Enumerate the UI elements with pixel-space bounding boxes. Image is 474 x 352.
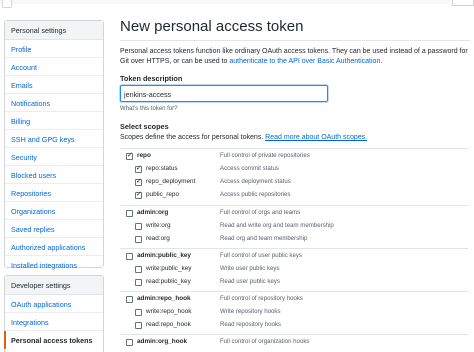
sidebar-item-personal-access-tokens[interactable]: Personal access tokens — [4, 331, 103, 349]
scope-name[interactable]: read:org — [146, 235, 170, 242]
scope-description: Write user public keys — [220, 265, 280, 272]
scope-name[interactable]: repo:status — [146, 165, 178, 172]
scope-group-admin-org-hook — [120, 334, 468, 335]
scope-description: Full control of repository hooks — [220, 295, 303, 302]
scope-checkbox-write-repo-hook[interactable] — [135, 309, 142, 316]
sidebar-item-integrations[interactable]: Integrations — [5, 313, 103, 331]
scope-description: Full control of user public keys — [220, 252, 302, 259]
scope-row-admin-org: admin:org Full control of orgs and teams — [120, 208, 468, 220]
scopes-description-text: Scopes define the access for personal to… — [120, 134, 264, 141]
scope-row-repo-status: repo:status Access commit status — [120, 164, 468, 176]
scope-description: Access commit status — [220, 165, 279, 172]
scope-row-write-public-key: write:public_key Write user public keys — [120, 264, 468, 276]
scope-description: Read user public keys — [220, 278, 280, 285]
scope-checkbox-write-public-key[interactable] — [135, 266, 142, 273]
personal-settings-heading: Personal settings — [5, 21, 103, 40]
sidebar-item-organizations[interactable]: Organizations — [5, 202, 103, 220]
browser-top-strip — [0, 0, 474, 8]
select-scopes-label: Select scopes — [120, 122, 169, 131]
scope-row-write-org: write:org Read and write org and team mem… — [120, 221, 468, 233]
github-logo-icon[interactable] — [2, 0, 12, 8]
sidebar-item-billing[interactable]: Billing — [5, 112, 103, 130]
scope-description: Read and write org and team membership — [220, 222, 334, 229]
scope-row-admin-public-key: admin:public_key Full control of user pub… — [120, 251, 468, 263]
sidebar-item-blocked-users[interactable]: Blocked users — [5, 166, 103, 184]
title-divider — [120, 40, 470, 41]
scope-checkbox-repo[interactable] — [126, 151, 133, 160]
scope-name[interactable]: repo — [137, 152, 151, 159]
intro-paragraph: Personal access tokens function like ord… — [120, 47, 472, 67]
scope-row-admin-repo-hook: admin:repo_hook Full control of repositor… — [120, 294, 468, 306]
sidebar-item-ssh-and-gpg-keys[interactable]: SSH and GPG keys — [5, 130, 103, 148]
scope-checkbox-public-repo[interactable] — [135, 190, 142, 199]
scope-description: Access deployment status — [220, 178, 291, 185]
token-description-label: Token description — [120, 74, 183, 83]
scope-name[interactable]: write:public_key — [146, 265, 191, 272]
scope-checkbox-read-repo-hook[interactable] — [135, 322, 142, 329]
scopes-description: Scopes define the access for personal to… — [120, 134, 367, 141]
scope-row-write-repo-hook: write:repo_hook Write repository hooks — [120, 307, 468, 319]
sidebar-item-account[interactable]: Account — [5, 58, 103, 76]
scope-description: Full control of organization hooks — [220, 338, 310, 345]
scope-checkbox-admin-repo-hook[interactable] — [126, 296, 133, 303]
sidebar-item-emails[interactable]: Emails — [5, 76, 103, 94]
scope-description: Read org and team membership — [220, 235, 308, 242]
sidebar-item-installed-integrations[interactable]: Installed integrations — [5, 256, 103, 274]
scope-checkbox-admin-org[interactable] — [126, 210, 133, 217]
personal-settings-menu: Personal settings Profile Account Emails No… — [4, 20, 104, 270]
scope-name[interactable]: repo_deployment — [146, 178, 195, 185]
scope-description: Read repository hooks — [220, 321, 281, 328]
developer-settings-heading: Developer settings — [5, 276, 103, 295]
token-description-note: What's this token for? — [120, 106, 178, 112]
scope-checkbox-read-org[interactable] — [135, 236, 142, 243]
scope-description: Full control of private repositories — [220, 152, 310, 159]
scope-row-read-repo-hook: read:repo_hook Read repository hooks — [120, 320, 468, 332]
scope-group-admin-org — [120, 205, 468, 206]
intro-end: . — [380, 58, 383, 65]
sidebar-item-oauth-applications[interactable]: OAuth applications — [5, 295, 103, 313]
scope-name[interactable]: public_repo — [146, 191, 179, 198]
scope-name[interactable]: admin:public_key — [137, 252, 191, 259]
scope-checkbox-admin-public-key[interactable] — [126, 253, 133, 260]
sidebar-item-authorized-applications[interactable]: Authorized applications — [5, 238, 103, 256]
scope-row-repo: repo Full control of private repositories — [120, 151, 468, 163]
scope-row-read-org: read:org Read org and team membership — [120, 234, 468, 246]
scope-name[interactable]: read:repo_hook — [146, 321, 191, 328]
scope-row-admin-org-hook: admin:org_hook Full control of organizati… — [120, 337, 468, 349]
user-menu-button[interactable] — [452, 0, 474, 6]
scope-group-repo — [120, 148, 468, 149]
scope-row-read-public-key: read:public_key Read user public keys — [120, 277, 468, 289]
token-description-input[interactable]: jenkins-access — [120, 85, 328, 102]
scope-checkbox-admin-org-hook[interactable] — [126, 339, 133, 346]
sidebar-item-security[interactable]: Security — [5, 148, 103, 166]
sidebar-item-profile[interactable]: Profile — [5, 40, 103, 58]
sidebar-item-notifications[interactable]: Notifications — [5, 94, 103, 112]
oauth-scopes-link[interactable]: Read more about OAuth scopes. — [265, 134, 367, 141]
page-title: New personal access token — [120, 18, 304, 35]
scope-checkbox-read-public-key[interactable] — [135, 279, 142, 286]
scope-name[interactable]: write:repo_hook — [146, 308, 191, 315]
sidebar-item-repositories[interactable]: Repositories — [5, 184, 103, 202]
developer-settings-menu: Developer settings OAuth applications Int… — [4, 275, 104, 352]
scope-description: Write repository hooks — [220, 308, 281, 315]
scope-description: Full control of orgs and teams — [220, 209, 301, 216]
scope-group-admin-repo-hook — [120, 291, 468, 292]
scope-name[interactable]: admin:org_hook — [137, 338, 187, 345]
scope-name[interactable]: write:org — [146, 222, 171, 229]
scope-group-admin-public-key — [120, 248, 468, 249]
scope-row-repo-deployment: repo_deployment Access deployment status — [120, 177, 468, 189]
scope-checkbox-write-org[interactable] — [135, 223, 142, 230]
scope-description: Access public repositories — [220, 191, 291, 198]
scope-row-public-repo: public_repo Access public repositories — [120, 190, 468, 202]
sidebar-item-saved-replies[interactable]: Saved replies — [5, 220, 103, 238]
scope-name[interactable]: admin:org — [137, 209, 168, 216]
scope-name[interactable]: read:public_key — [146, 278, 191, 285]
scope-checkbox-repo-status[interactable] — [135, 164, 142, 173]
basic-auth-link[interactable]: authenticate to the API over Basic Authe… — [229, 58, 380, 65]
scope-checkbox-repo-deployment[interactable] — [135, 177, 142, 186]
scope-name[interactable]: admin:repo_hook — [137, 295, 191, 302]
